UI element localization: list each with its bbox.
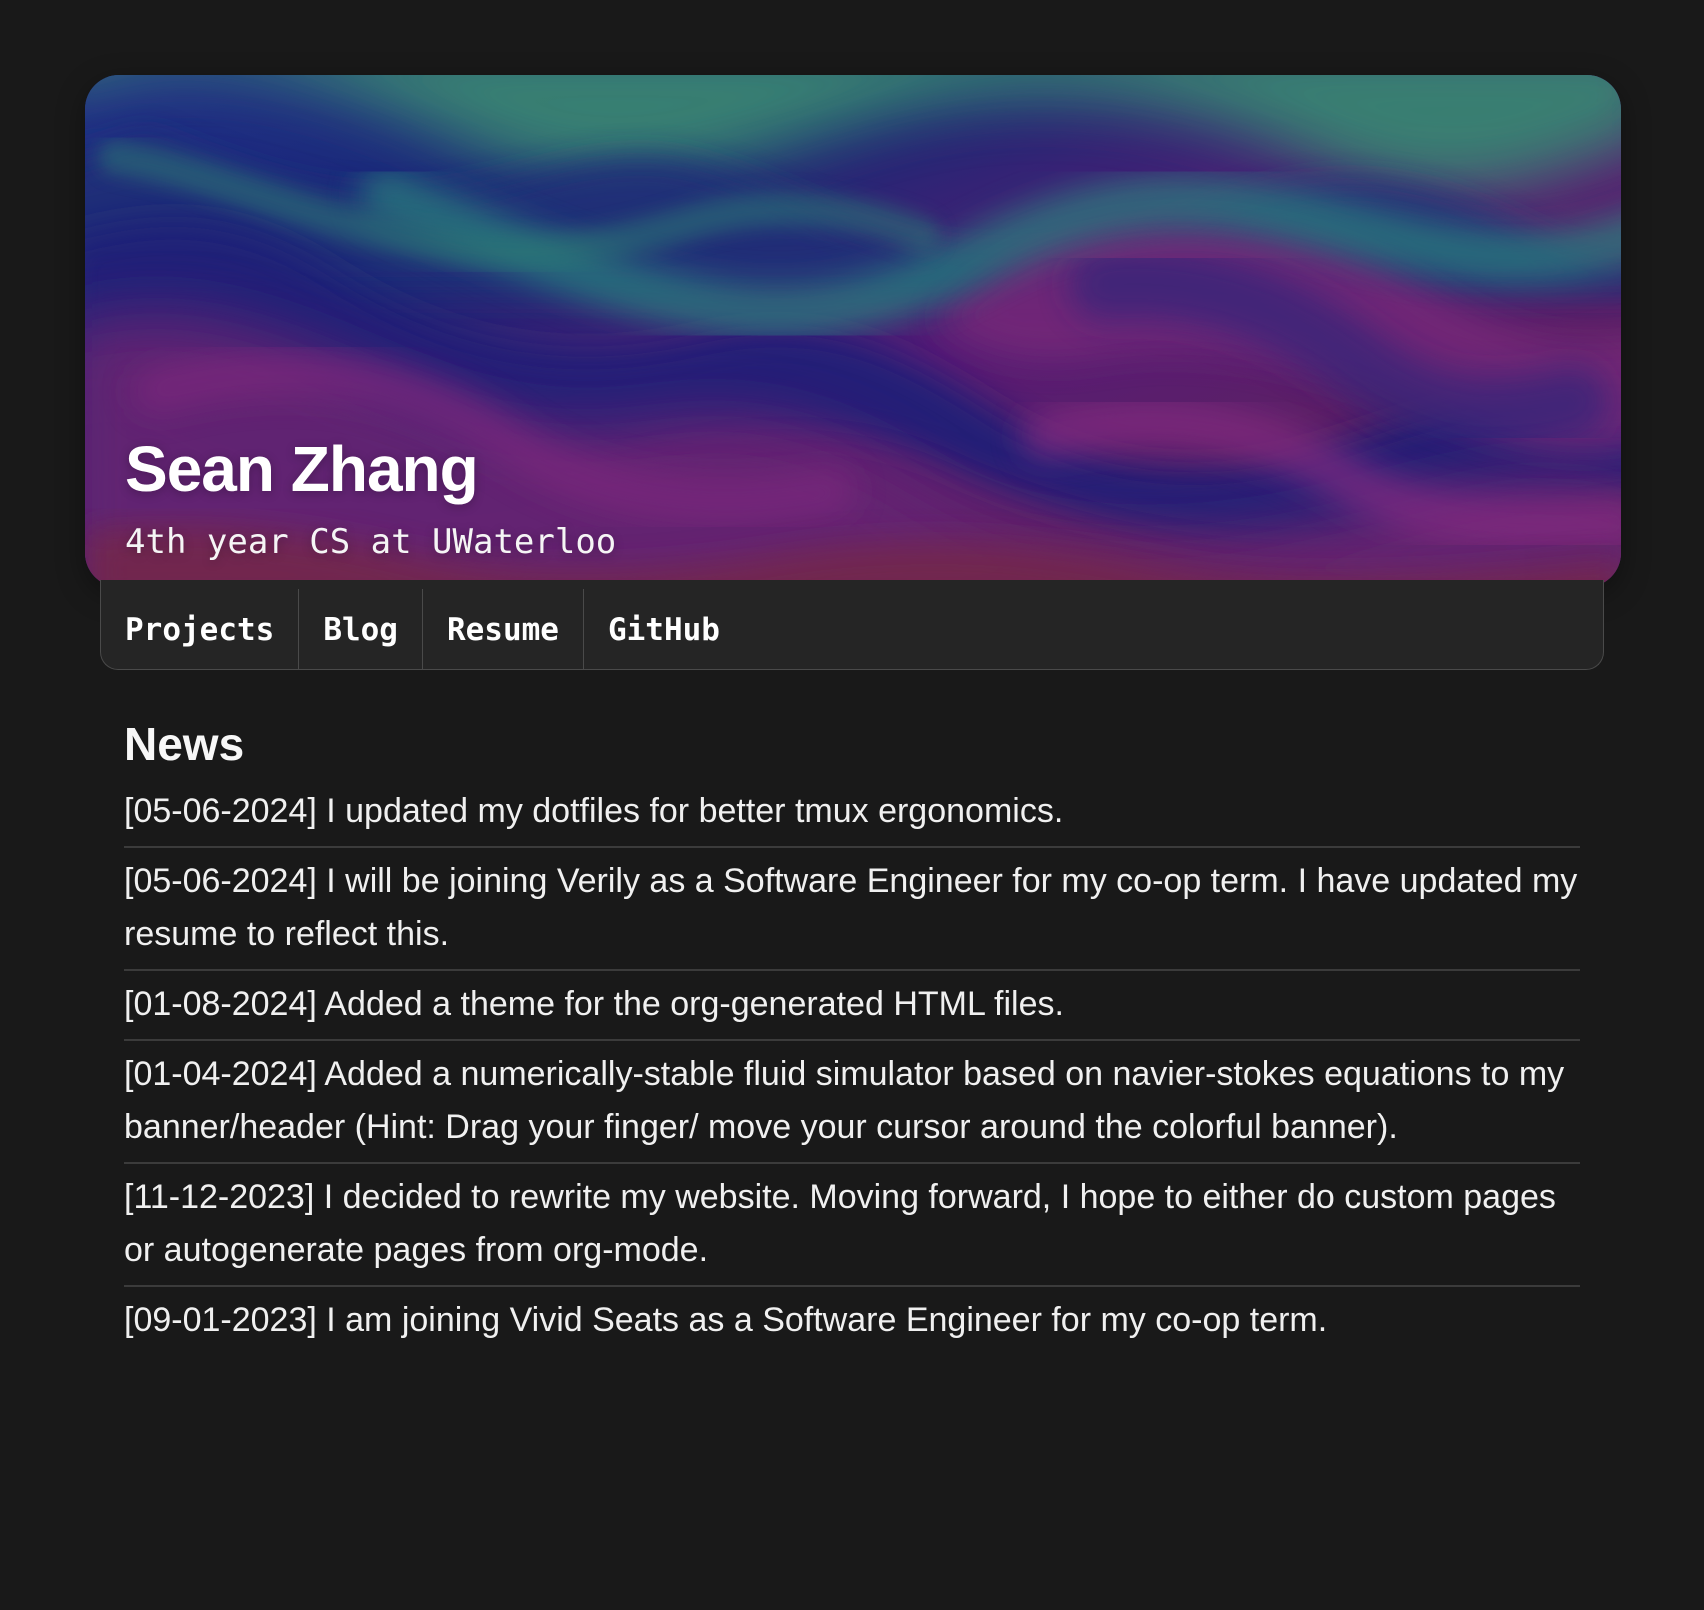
primary-nav: Projects Blog Resume GitHub xyxy=(101,589,744,669)
news-item: [11-12-2023] I decided to rewrite my web… xyxy=(124,1171,1580,1288)
banner-text: Sean Zhang 4th year CS at UWaterloo xyxy=(125,437,616,559)
site-subtitle: 4th year CS at UWaterloo xyxy=(125,522,617,562)
nav-resume-link[interactable]: Resume xyxy=(423,589,584,669)
site-title: Sean Zhang xyxy=(125,433,479,505)
news-item: [05-06-2024] I updated my dotfiles for b… xyxy=(124,785,1580,848)
navigation-bar: Projects Blog Resume GitHub xyxy=(100,580,1604,670)
nav-github-link[interactable]: GitHub xyxy=(584,589,744,669)
news-list: [05-06-2024] I updated my dotfiles for b… xyxy=(124,785,1580,1347)
news-item: [01-04-2024] Added a numerically-stable … xyxy=(124,1048,1580,1165)
news-item: [01-08-2024] Added a theme for the org-g… xyxy=(124,978,1580,1042)
fluid-banner[interactable]: Sean Zhang 4th year CS at UWaterloo xyxy=(85,75,1621,587)
nav-blog-link[interactable]: Blog xyxy=(299,589,423,669)
news-heading: News xyxy=(124,718,245,770)
nav-projects-link[interactable]: Projects xyxy=(101,589,300,669)
news-item: [09-01-2023] I am joining Vivid Seats as… xyxy=(124,1301,1328,1340)
news-item: [05-06-2024] I will be joining Verily as… xyxy=(124,855,1580,971)
news-section: News [05-06-2024] I updated my dotfiles … xyxy=(124,718,1580,1347)
